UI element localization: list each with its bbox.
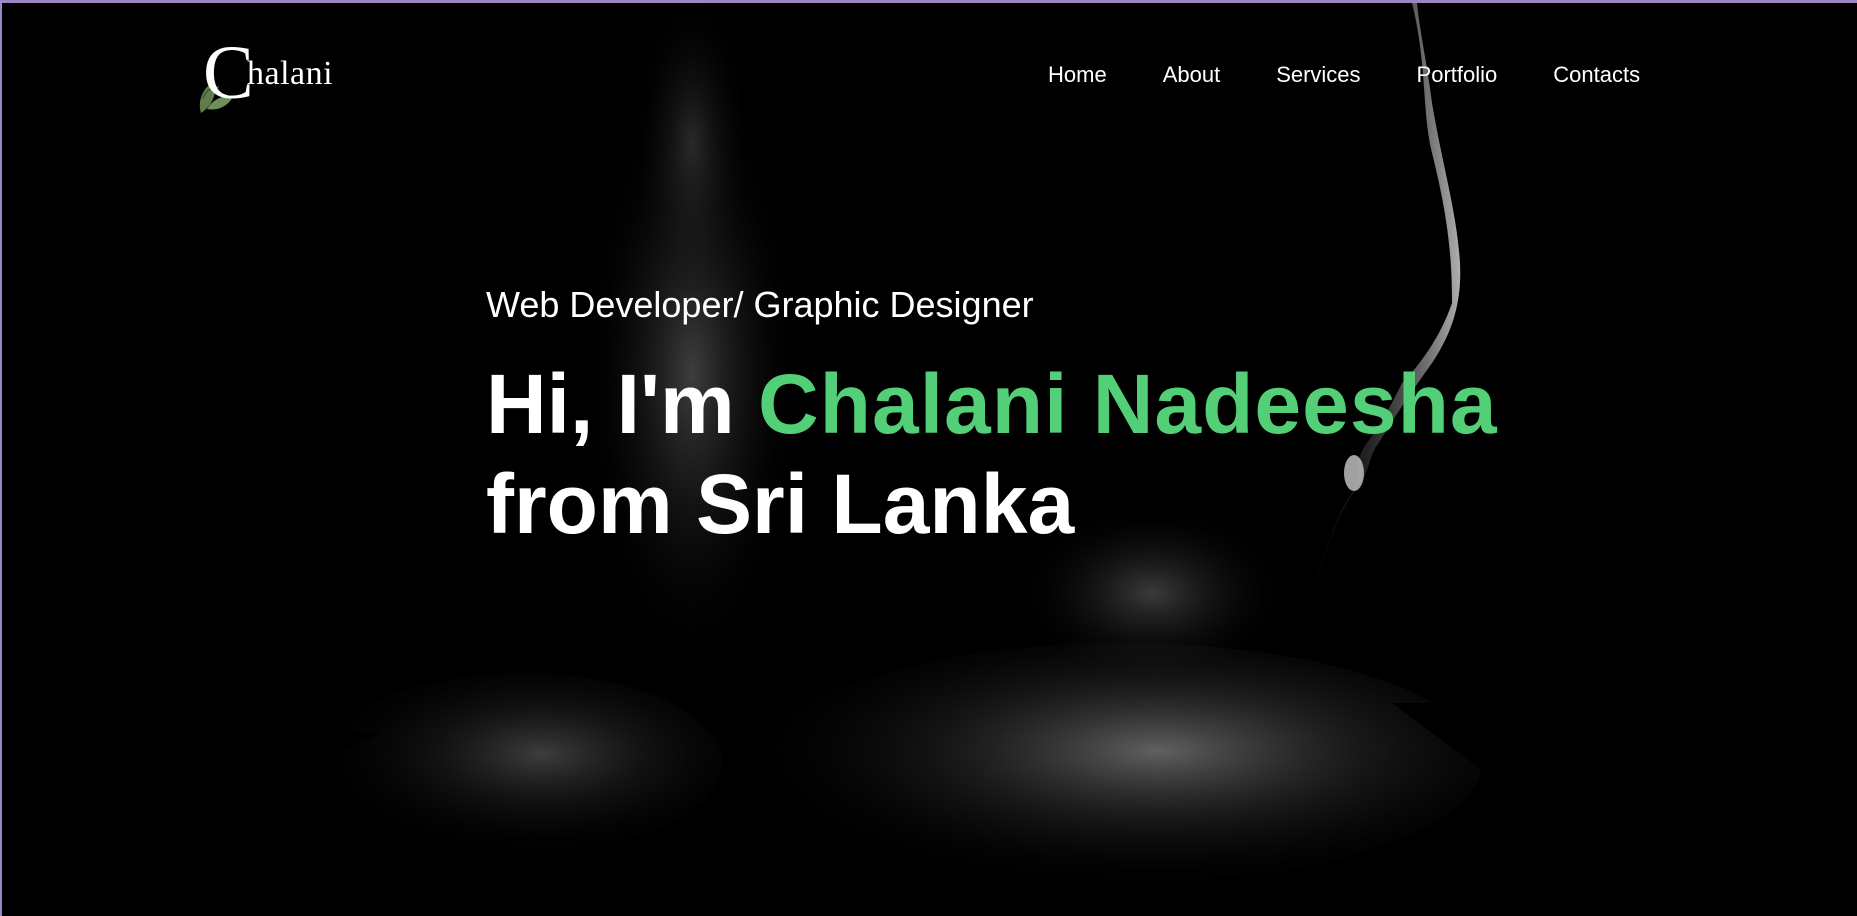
hero-section: C halani Home About Services Portfolio C… [2,3,1857,916]
nav-link-services[interactable]: Services [1276,61,1360,89]
nav-link-about[interactable]: About [1163,61,1221,89]
hero-headline: Hi, I'm Chalani Nadeesha from Sri Lanka [486,354,1498,554]
nav-link-portfolio[interactable]: Portfolio [1417,61,1498,89]
hero-greeting: Hi, I'm [486,357,759,451]
logo-text: halani [247,55,334,92]
nav-link-home[interactable]: Home [1048,61,1107,89]
main-navigation: Home About Services Portfolio Contacts [1048,61,1640,89]
hero-name: Chalani Nadeesha [758,357,1498,451]
hero-location: from Sri Lanka [486,457,1075,551]
hero-subtitle: Web Developer/ Graphic Designer [486,284,1034,325]
nav-link-contacts[interactable]: Contacts [1553,61,1640,89]
brand-logo[interactable]: C halani [193,35,363,117]
